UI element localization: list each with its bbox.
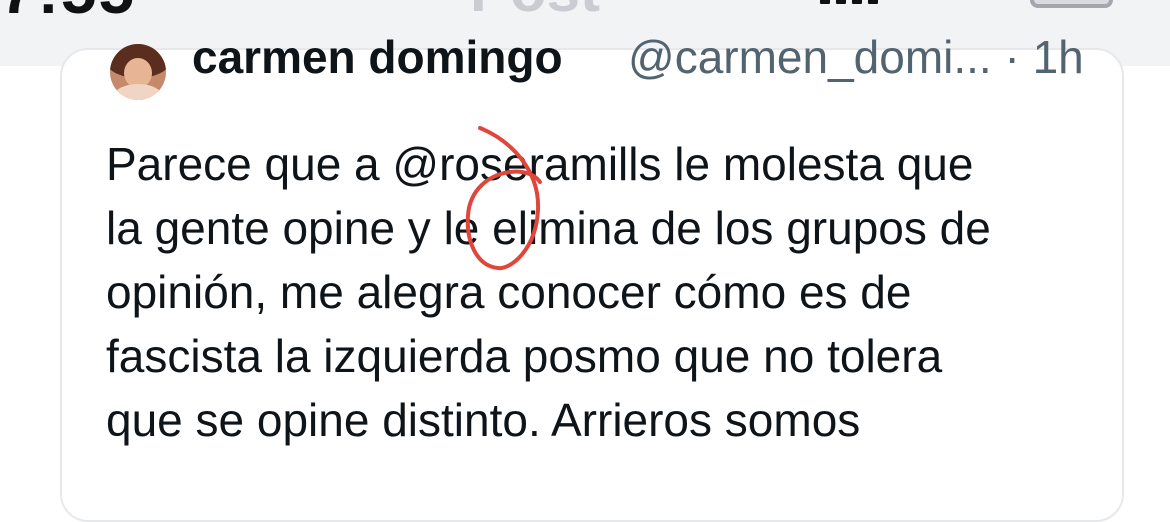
tweet-text: Parece que a @roseramills le molesta que… (106, 138, 991, 446)
status-icons (820, 0, 1113, 8)
author-display-name[interactable]: carmen domingo (192, 30, 563, 84)
author-handle-and-time: @carmen_domi... · 1h (628, 31, 1084, 83)
quoted-tweet-card[interactable]: carmen domingo @carmen_domi... · 1h Pare… (60, 31, 1124, 522)
wifi-icon (940, 0, 1026, 22)
tweet-header: carmen domingo @carmen_domi... · 1h (110, 31, 1110, 114)
avatar[interactable] (110, 44, 166, 100)
cellular-signal-icon (820, 0, 880, 4)
screen-title: Post (470, 0, 600, 25)
status-time: 7:55 (0, 0, 136, 28)
battery-icon (1030, 0, 1113, 8)
